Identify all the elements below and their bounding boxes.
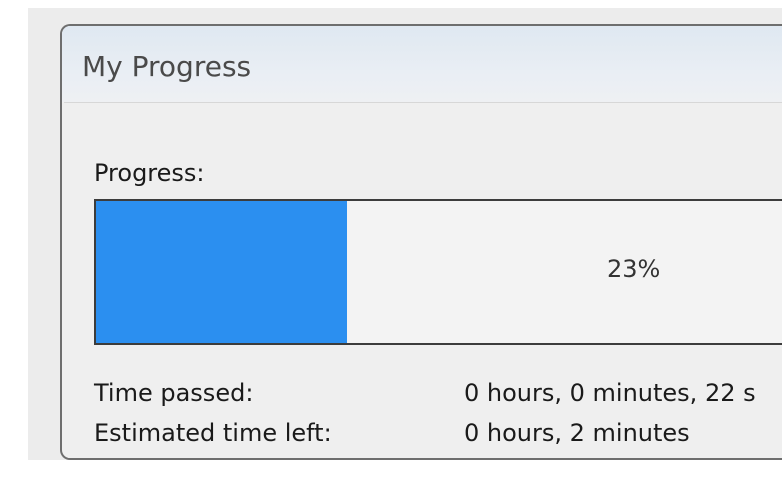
window-title: My Progress <box>82 50 252 83</box>
progress-label: Progress: <box>94 159 205 187</box>
time-left-row: Estimated time left: 0 hours, 2 minutes <box>94 419 690 447</box>
progress-percent-text: 23% <box>607 255 661 283</box>
progress-window: My Progress Progress: 23% Time passed: 0… <box>60 24 782 460</box>
progress-bar-fill <box>96 201 347 343</box>
time-left-label: Estimated time left: <box>94 419 332 447</box>
title-bar[interactable]: My Progress <box>62 26 782 102</box>
time-left-value: 0 hours, 2 minutes <box>464 419 690 447</box>
window-content: Progress: 23% Time passed: 0 hours, 0 mi… <box>64 102 782 458</box>
time-passed-value: 0 hours, 0 minutes, 22 s <box>464 379 756 407</box>
time-passed-label: Time passed: <box>94 379 254 407</box>
progress-bar: 23% <box>94 199 782 345</box>
time-passed-row: Time passed: 0 hours, 0 minutes, 22 s <box>94 379 756 407</box>
